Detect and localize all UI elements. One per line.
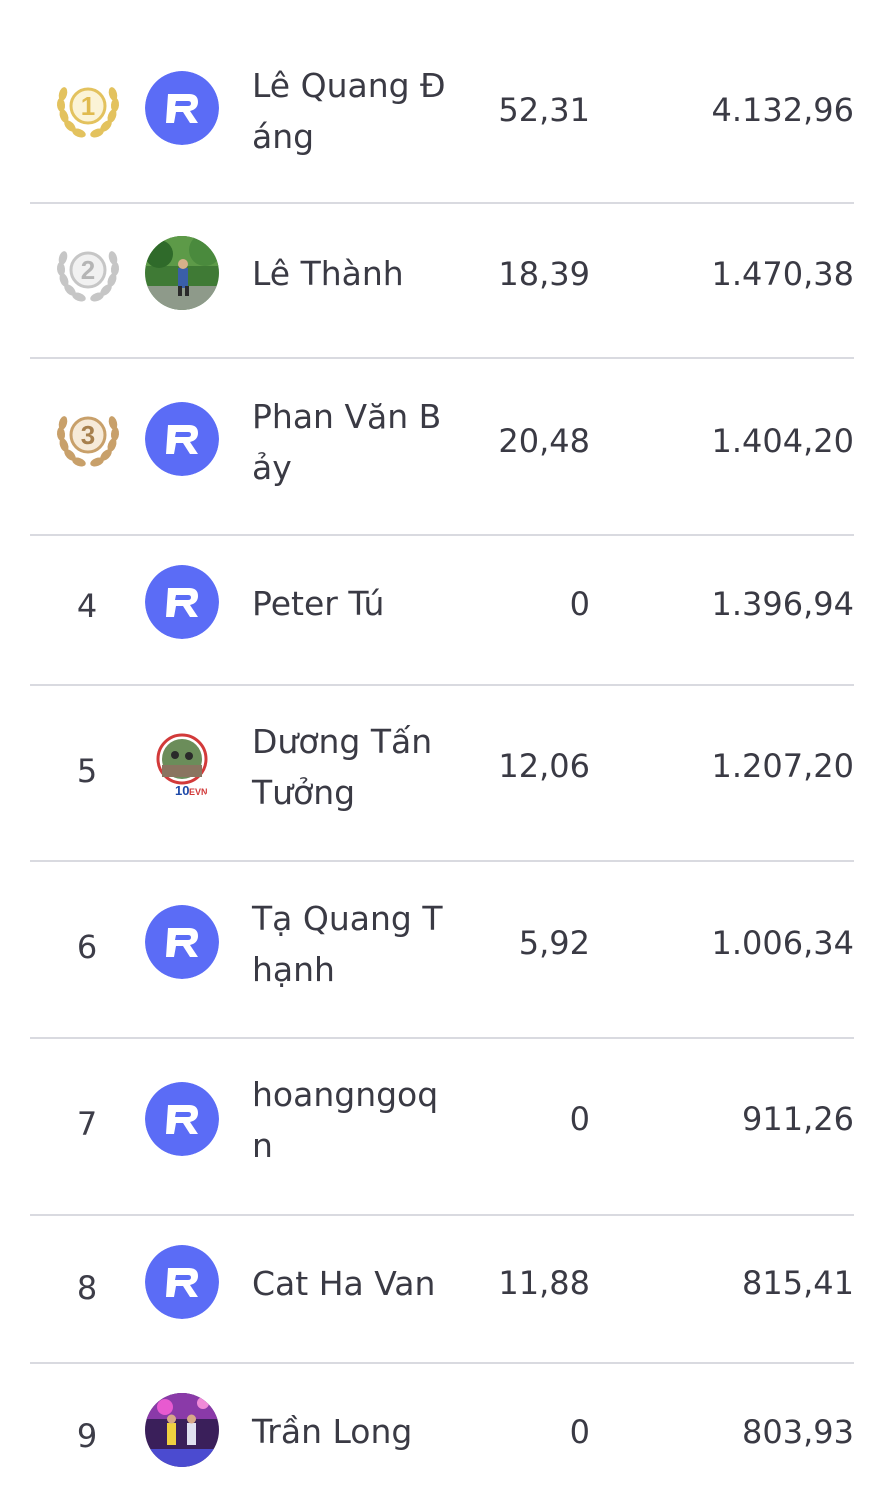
app-logo-icon (145, 1082, 219, 1156)
leaderboard-row[interactable]: 8 Cat Ha Van 11,88 815,41 (30, 1216, 854, 1364)
runner-name: Peter Tú (252, 584, 385, 623)
runner-name: Lê Thành (252, 254, 404, 293)
rank-number: 6 (76, 928, 98, 966)
leaderboard-row[interactable]: 4 Peter Tú 0 1.396,94 (30, 536, 854, 686)
stat-value-2: 4.132,96 (711, 91, 855, 129)
stat-value-1: 5,92 (518, 924, 590, 962)
stat-value-1: 0 (569, 1413, 590, 1451)
runner-name: Trần Long (252, 1412, 413, 1451)
stat-value-2: 911,26 (742, 1100, 854, 1138)
rank-number: 5 (76, 752, 98, 790)
runner-name: Cat Ha Van (252, 1264, 436, 1303)
stat-value-1: 18,39 (498, 255, 590, 293)
app-logo-icon (145, 402, 219, 476)
stat-value-1: 52,31 (498, 91, 590, 129)
stat-value-2: 803,93 (742, 1413, 854, 1451)
runner-name: hoangngoqn (252, 1075, 439, 1165)
stat-value-2: 1.470,38 (711, 255, 855, 293)
runner-name: Tạ Quang Thạnh (252, 899, 443, 989)
stat-value-1: 0 (569, 585, 590, 623)
leaderboard-row[interactable]: 2 Lê Thành 18,39 1.470,38 (30, 204, 854, 359)
stat-value-2: 1.404,20 (711, 422, 855, 460)
rank-number: 4 (76, 587, 98, 625)
stat-value-2: 1.396,94 (711, 585, 855, 623)
svg-text:10: 10 (175, 783, 189, 798)
leaderboard-list: 1 Lê Quang Đáng 52,31 4.132,96 2 Lê Thàn… (0, 0, 884, 1500)
leaderboard-row[interactable]: 1 Lê Quang Đáng 52,31 4.132,96 (30, 30, 854, 204)
leaderboard-row[interactable]: 5 10 EVN Dương Tấn Tưởng 12,06 1.207,20 (30, 686, 854, 862)
app-logo-icon (145, 905, 219, 979)
stat-value-1: 11,88 (498, 1264, 590, 1302)
bronze-medal-icon: 3 (50, 401, 126, 477)
photo-avatar (145, 1393, 219, 1467)
gold-medal-icon: 1 (50, 72, 126, 148)
app-logo-icon (145, 565, 219, 639)
rank-number: 8 (76, 1269, 98, 1307)
rank-number: 1 (81, 91, 95, 121)
stat-value-2: 815,41 (742, 1264, 854, 1302)
svg-text:EVN: EVN (189, 787, 208, 797)
leaderboard-row[interactable]: 9 Trần Long 0 803,93 (30, 1364, 854, 1500)
app-logo-icon (145, 71, 219, 145)
runner-name: Lê Quang Đáng (252, 66, 446, 156)
stat-value-1: 20,48 (498, 422, 590, 460)
runner-name: Phan Văn Bảy (252, 397, 442, 487)
stat-value-1: 12,06 (498, 747, 590, 785)
app-logo-icon (145, 1245, 219, 1319)
rank-number: 2 (81, 255, 95, 285)
rank-number: 7 (76, 1105, 98, 1143)
rank-number: 3 (81, 420, 95, 450)
runner-name: Dương Tấn Tưởng (252, 722, 433, 812)
leaderboard-row[interactable]: 7 hoangngoqn 0 911,26 (30, 1039, 854, 1216)
photo-avatar (145, 236, 219, 310)
stat-value-2: 1.006,34 (711, 924, 855, 962)
stat-value-2: 1.207,20 (711, 747, 855, 785)
stat-value-1: 0 (569, 1100, 590, 1138)
silver-medal-icon: 2 (50, 236, 126, 312)
rank-number: 9 (76, 1417, 98, 1455)
leaderboard-row[interactable]: 6 Tạ Quang Thạnh 5,92 1.006,34 (30, 862, 854, 1039)
leaderboard-row[interactable]: 3 Phan Văn Bảy 20,48 1.404,20 (30, 359, 854, 536)
photo-avatar: 10 EVN (145, 729, 219, 803)
